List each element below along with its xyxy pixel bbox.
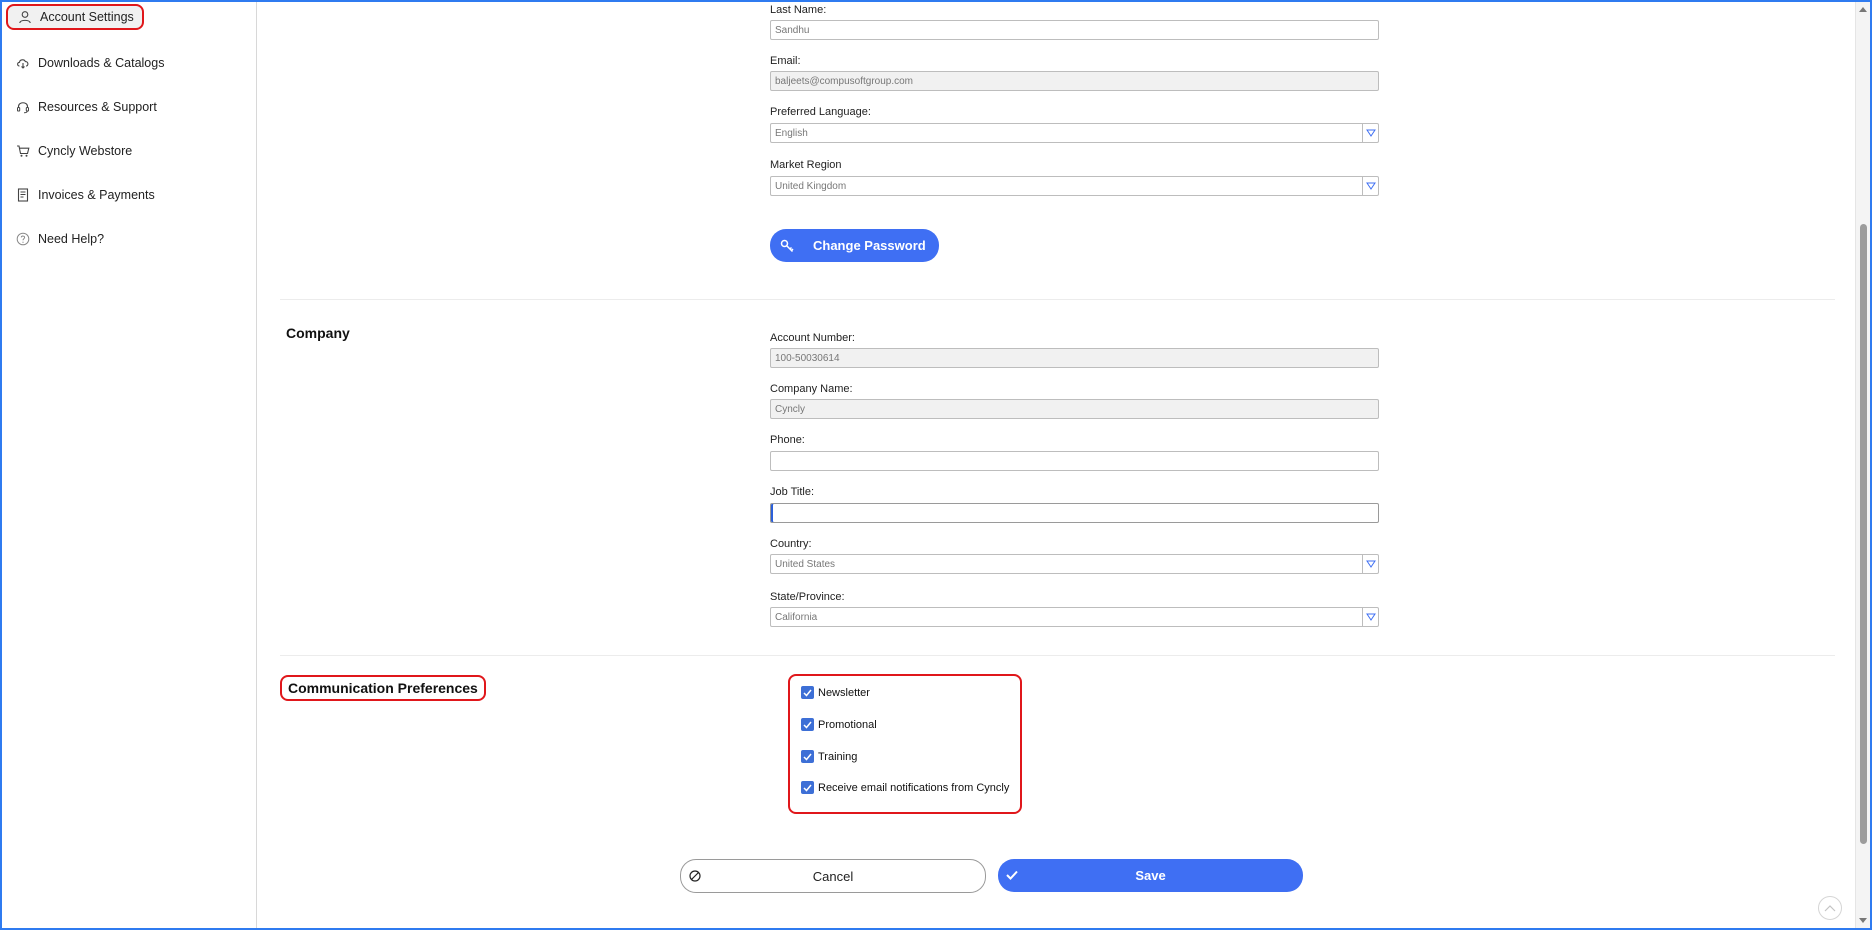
scrollbar[interactable]	[1855, 2, 1870, 928]
change-password-label: Change Password	[813, 238, 926, 253]
scroll-to-top-button[interactable]	[1818, 896, 1842, 920]
sidebar-item-label: Need Help?	[38, 232, 105, 246]
email-notifications-option[interactable]: Receive email notifications from Cyncly	[801, 781, 1009, 794]
sidebar-item-label: Invoices & Payments	[38, 188, 155, 202]
state-province-value: California	[775, 611, 818, 623]
checkbox-checked-icon[interactable]	[801, 781, 814, 794]
help-icon	[16, 232, 30, 246]
company-section-title: Company	[286, 325, 350, 341]
save-label: Save	[1135, 868, 1166, 883]
sidebar-item-downloads[interactable]: Downloads & Catalogs	[16, 50, 164, 76]
invoice-icon	[17, 188, 29, 202]
country-value: United States	[775, 558, 836, 570]
country-label: Country:	[770, 538, 812, 550]
preferred-language-select[interactable]: English	[770, 123, 1379, 143]
market-region-value: United Kingdom	[775, 180, 847, 192]
country-select[interactable]: United States	[770, 554, 1379, 574]
sidebar-item-label: Cyncly Webstore	[38, 144, 133, 158]
account-number-value: 100-50030614	[775, 352, 840, 364]
sidebar-item-label: Downloads & Catalogs	[38, 56, 165, 70]
sidebar-item-invoices[interactable]: Invoices & Payments	[16, 182, 155, 208]
newsletter-label: Newsletter	[818, 686, 870, 699]
cancel-button[interactable]: Cancel	[680, 859, 986, 893]
account-number-label: Account Number:	[770, 332, 855, 344]
account-number-field[interactable]: 100-50030614	[770, 348, 1379, 368]
sidebar-item-account-settings[interactable]: Account Settings	[6, 4, 144, 30]
last-name-label: Last Name:	[770, 4, 827, 16]
email-notifications-label: Receive email notifications from Cyncly	[818, 781, 1010, 794]
main-content: Last Name: Sandhu Email: baljeets@compus…	[258, 2, 1855, 928]
job-title-field[interactable]	[770, 503, 1379, 523]
email-field[interactable]: baljeets@compusoftgroup.com	[770, 71, 1379, 91]
company-name-value: Cyncly	[775, 403, 806, 415]
state-province-label: State/Province:	[770, 591, 845, 603]
save-button[interactable]: Save	[998, 859, 1303, 892]
job-title-label: Job Title:	[770, 486, 815, 498]
training-label: Training	[818, 750, 858, 763]
company-name-field[interactable]: Cyncly	[770, 399, 1379, 419]
scroll-thumb[interactable]	[1860, 224, 1867, 844]
chevron-down-icon[interactable]	[1362, 177, 1378, 195]
preferred-language-label: Preferred Language:	[770, 106, 871, 118]
phone-label: Phone:	[770, 434, 805, 446]
sidebar-item-webstore[interactable]: Cyncly Webstore	[16, 138, 132, 164]
market-region-select[interactable]: United Kingdom	[770, 176, 1379, 196]
check-icon	[1006, 870, 1018, 880]
change-password-button[interactable]: Change Password	[770, 229, 939, 262]
training-option[interactable]: Training	[801, 750, 857, 763]
chevron-down-icon[interactable]	[1362, 555, 1378, 573]
sidebar-item-help[interactable]: Need Help?	[16, 226, 104, 252]
chevron-down-icon[interactable]	[1362, 124, 1378, 142]
last-name-field[interactable]: Sandhu	[770, 20, 1379, 40]
promotional-label: Promotional	[818, 718, 877, 731]
section-divider	[280, 655, 1835, 656]
cart-icon	[17, 145, 30, 157]
promotional-option[interactable]: Promotional	[801, 718, 877, 731]
cloud-download-icon	[17, 59, 29, 69]
headset-icon	[17, 102, 30, 114]
chevron-down-icon[interactable]	[1362, 608, 1378, 626]
phone-field[interactable]	[770, 451, 1379, 471]
checkbox-checked-icon[interactable]	[801, 686, 814, 699]
last-name-value: Sandhu	[775, 24, 810, 36]
checkbox-checked-icon[interactable]	[801, 718, 814, 731]
chevron-up-icon	[1824, 905, 1836, 912]
email-label: Email:	[770, 55, 801, 67]
cancel-circle-icon	[689, 870, 701, 882]
checkbox-checked-icon[interactable]	[801, 750, 814, 763]
newsletter-option[interactable]: Newsletter	[801, 686, 870, 699]
preferred-language-value: English	[775, 127, 808, 139]
sidebar-item-label: Account Settings	[40, 10, 134, 24]
communication-preferences-title: Communication Preferences	[280, 675, 486, 701]
scroll-down-arrow-icon[interactable]	[1859, 918, 1867, 923]
key-icon	[780, 239, 794, 252]
company-name-label: Company Name:	[770, 383, 853, 395]
state-province-select[interactable]: California	[770, 607, 1379, 627]
scroll-up-arrow-icon[interactable]	[1859, 7, 1867, 12]
cancel-label: Cancel	[812, 868, 854, 884]
sidebar-item-label: Resources & Support	[38, 100, 157, 114]
market-region-label: Market Region	[770, 159, 842, 171]
sidebar-item-resources[interactable]: Resources & Support	[16, 94, 157, 120]
sidebar: Account Settings Downloads & Catalogs Re…	[2, 2, 257, 928]
user-icon	[19, 11, 31, 24]
email-value: baljeets@compusoftgroup.com	[775, 75, 913, 87]
section-divider	[280, 299, 1835, 300]
